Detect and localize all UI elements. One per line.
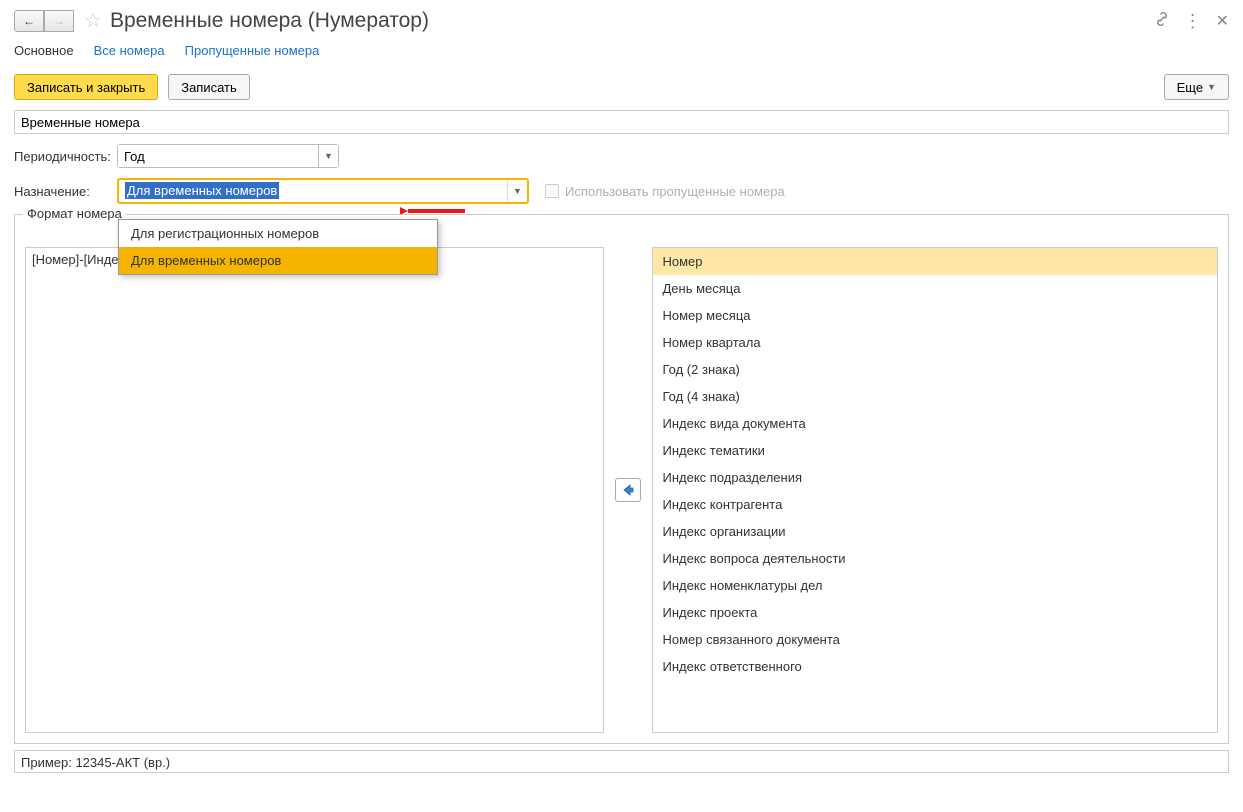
periodicity-dropdown-button[interactable]: ▼ — [318, 145, 338, 167]
list-item[interactable]: Индекс вопроса деятельности — [653, 545, 1218, 572]
purpose-value[interactable]: Для временных номеров — [119, 180, 507, 202]
list-item[interactable]: Индекс номенклатуры дел — [653, 572, 1218, 599]
format-textarea[interactable]: [Номер]-[Индек — [25, 247, 604, 733]
link-icon[interactable] — [1154, 11, 1170, 31]
chevron-down-icon: ▼ — [1207, 82, 1216, 92]
list-item[interactable]: Индекс ответственного — [653, 653, 1218, 680]
purpose-selected-text: Для временных номеров — [125, 182, 279, 199]
nav-forward-button[interactable]: → — [44, 10, 74, 32]
arrow-left-icon — [621, 483, 635, 497]
number-format-groupbox: Формат номера [Номер]-[Индек Номер День … — [14, 214, 1229, 744]
list-item[interactable]: День месяца — [653, 275, 1218, 302]
purpose-select[interactable]: Для временных номеров ▼ — [117, 178, 529, 204]
more-button[interactable]: Еще ▼ — [1164, 74, 1229, 100]
close-icon[interactable]: ✕ — [1216, 11, 1229, 31]
purpose-option-registration[interactable]: Для регистрационных номеров — [119, 220, 437, 247]
more-button-label: Еще — [1177, 80, 1203, 95]
list-item[interactable]: Год (2 знака) — [653, 356, 1218, 383]
favorite-star-icon[interactable]: ☆ — [84, 8, 102, 33]
kebab-menu-icon[interactable]: ⋮ — [1184, 16, 1202, 26]
purpose-label: Назначение: — [14, 184, 117, 199]
list-item[interactable]: Индекс подразделения — [653, 464, 1218, 491]
use-skipped-checkbox-wrap: Использовать пропущенные номера — [545, 184, 785, 199]
nav-back-button[interactable]: ← — [14, 10, 44, 32]
example-output: Пример: 12345-АКТ (вр.) — [14, 750, 1229, 773]
save-button[interactable]: Записать — [168, 74, 250, 100]
list-item[interactable]: Номер месяца — [653, 302, 1218, 329]
list-item[interactable]: Номер — [653, 248, 1218, 275]
use-skipped-checkbox[interactable] — [545, 184, 559, 198]
list-item[interactable]: Индекс вида документа — [653, 410, 1218, 437]
format-tokens-list[interactable]: Номер День месяца Номер месяца Номер ква… — [652, 247, 1219, 733]
purpose-dropdown-popup: Для регистрационных номеров Для временны… — [118, 219, 438, 275]
save-and-close-button[interactable]: Записать и закрыть — [14, 74, 158, 100]
page-title: Временные номера (Нумератор) — [110, 9, 429, 33]
list-item[interactable]: Год (4 знака) — [653, 383, 1218, 410]
use-skipped-label: Использовать пропущенные номера — [565, 184, 785, 199]
periodicity-value[interactable] — [118, 145, 318, 167]
tab-skipped-numbers[interactable]: Пропущенные номера — [185, 43, 320, 58]
purpose-option-temporary[interactable]: Для временных номеров — [119, 247, 437, 274]
tab-all-numbers[interactable]: Все номера — [94, 43, 165, 58]
list-item[interactable]: Индекс контрагента — [653, 491, 1218, 518]
move-left-button[interactable] — [615, 478, 641, 502]
periodicity-label: Периодичность: — [14, 149, 117, 164]
list-item[interactable]: Номер квартала — [653, 329, 1218, 356]
list-item[interactable]: Индекс проекта — [653, 599, 1218, 626]
list-item[interactable]: Индекс организации — [653, 518, 1218, 545]
purpose-dropdown-button[interactable]: ▼ — [507, 180, 527, 202]
name-input[interactable] — [14, 110, 1229, 134]
tab-main[interactable]: Основное — [14, 43, 74, 58]
periodicity-select[interactable]: ▼ — [117, 144, 339, 168]
list-item[interactable]: Индекс тематики — [653, 437, 1218, 464]
number-format-legend: Формат номера — [23, 206, 126, 221]
list-item[interactable]: Номер связанного документа — [653, 626, 1218, 653]
